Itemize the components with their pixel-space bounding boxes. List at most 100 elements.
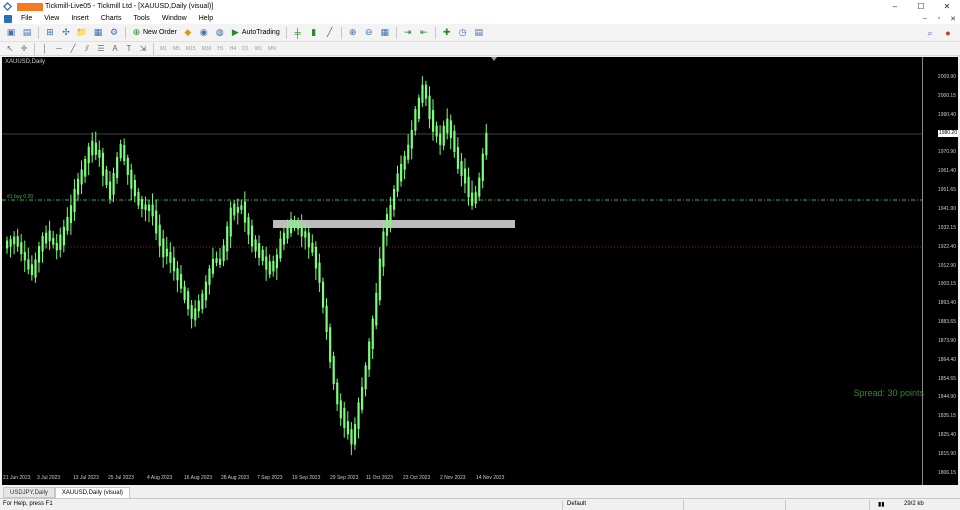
zoom-in-icon[interactable]: ⊕ bbox=[347, 27, 359, 39]
candle-body bbox=[336, 382, 339, 405]
candle-body bbox=[258, 243, 261, 258]
text-icon[interactable]: A bbox=[110, 44, 120, 54]
time-scale-label: 23 Oct 2023 bbox=[403, 475, 431, 481]
chart-area[interactable]: XAUUSD,Daily #1 buy 0.20 Spread: 30 poin… bbox=[2, 57, 958, 485]
chart-window-icon[interactable] bbox=[4, 14, 12, 23]
candle-body bbox=[187, 291, 190, 310]
candle-body bbox=[13, 236, 16, 245]
new-order-button[interactable]: ⊕ New Order bbox=[129, 26, 180, 40]
mdi-minimize-button[interactable]: – bbox=[918, 13, 932, 24]
timeframe-m5[interactable]: M5 bbox=[170, 46, 183, 52]
profiles-icon[interactable]: ▤ bbox=[21, 27, 33, 39]
timeframe-mn[interactable]: MN bbox=[265, 46, 279, 52]
bar-chart-icon[interactable]: ╪ bbox=[292, 27, 304, 39]
market-icon[interactable]: ◍ bbox=[214, 27, 226, 39]
maximize-button[interactable]: ☐ bbox=[908, 0, 934, 13]
chart-symbol-title: XAUUSD,Daily bbox=[5, 59, 46, 65]
minimize-button[interactable]: – bbox=[882, 0, 908, 13]
timeframe-m15[interactable]: M15 bbox=[183, 46, 199, 52]
close-button[interactable]: ✕ bbox=[934, 0, 960, 13]
autotrading-button[interactable]: ▶ AutoTrading bbox=[228, 26, 283, 40]
data-window-icon[interactable]: ✣ bbox=[60, 27, 72, 39]
chart-shift-icon[interactable]: ⇤ bbox=[418, 27, 430, 39]
candle-body bbox=[172, 257, 176, 272]
price-scale-label: 1941.90 bbox=[937, 205, 956, 212]
candle-body bbox=[293, 222, 296, 229]
tab-usdjpy-daily[interactable]: USDJPY,Daily bbox=[3, 487, 55, 498]
price-scale-label: 1806.15 bbox=[937, 469, 956, 476]
label-icon[interactable]: T bbox=[124, 44, 134, 54]
price-scale-label: 1951.65 bbox=[937, 187, 956, 194]
title-bar: Tickmill-Live05 - Tickmill Ltd - [XAUUSD… bbox=[0, 0, 960, 13]
arrows-icon[interactable]: ⇲ bbox=[138, 44, 148, 54]
templates-icon[interactable]: ▤ bbox=[473, 27, 485, 39]
mdi-restore-button[interactable]: ▫ bbox=[932, 13, 946, 24]
candle-body bbox=[165, 248, 168, 257]
cursor-icon[interactable]: ↖ bbox=[5, 44, 15, 54]
menu-charts[interactable]: Charts bbox=[95, 15, 128, 22]
candle-body bbox=[368, 341, 371, 370]
fibonacci-icon[interactable]: ☰ bbox=[96, 44, 106, 54]
candle-body bbox=[314, 246, 318, 269]
candle-body bbox=[236, 206, 239, 213]
horizontal-line-icon[interactable]: ─ bbox=[54, 44, 64, 54]
search-icon[interactable]: ⌕ bbox=[924, 27, 936, 39]
toolbar-separator bbox=[340, 26, 342, 39]
autoscroll-icon[interactable]: ⇥ bbox=[402, 27, 414, 39]
candle-body bbox=[243, 201, 247, 223]
navigator-icon[interactable]: 📁 bbox=[76, 27, 88, 39]
menu-tools[interactable]: Tools bbox=[127, 15, 155, 22]
timeframe-m30[interactable]: M30 bbox=[199, 46, 215, 52]
menu-view[interactable]: View bbox=[38, 15, 65, 22]
trendline-icon[interactable]: ╱ bbox=[68, 44, 78, 54]
candle-body bbox=[471, 192, 474, 206]
tile-windows-icon[interactable]: ▦ bbox=[379, 27, 391, 39]
price-scale[interactable]: 2009.90 2000.15 1990.40 1980.20 1970.90 1961.… bbox=[922, 57, 958, 485]
candle-body bbox=[392, 188, 396, 210]
mdi-close-button[interactable]: ✕ bbox=[946, 13, 960, 24]
strategy-tester-icon[interactable]: ⚙ bbox=[108, 27, 120, 39]
candle-body bbox=[215, 258, 218, 263]
candle-body bbox=[414, 109, 417, 131]
timeframe-w1[interactable]: W1 bbox=[252, 46, 266, 52]
periods-icon[interactable]: ◷ bbox=[457, 27, 469, 39]
menu-help[interactable]: Help bbox=[193, 15, 219, 22]
menu-window[interactable]: Window bbox=[156, 15, 193, 22]
indicators-icon[interactable]: ✚ bbox=[441, 27, 453, 39]
timeframe-h1[interactable]: H1 bbox=[214, 46, 226, 52]
candle-body bbox=[98, 149, 101, 158]
new-chart-icon[interactable]: ▣ bbox=[5, 27, 17, 39]
time-scale-label: 4 Aug 2023 bbox=[147, 475, 173, 481]
timeframe-d1[interactable]: D1 bbox=[239, 46, 251, 52]
candle-body bbox=[428, 95, 431, 120]
candle-body bbox=[137, 191, 140, 206]
menu-file[interactable]: File bbox=[15, 15, 38, 22]
price-chart[interactable] bbox=[2, 57, 958, 485]
candle-body bbox=[439, 133, 442, 145]
line-chart-icon[interactable]: ╱ bbox=[324, 27, 336, 39]
timeframe-m1[interactable]: M1 bbox=[157, 46, 170, 52]
zoom-out-icon[interactable]: ⊖ bbox=[363, 27, 375, 39]
timeframe-h4[interactable]: H4 bbox=[227, 46, 239, 52]
crosshair-icon[interactable]: ✛ bbox=[19, 44, 29, 54]
order-line-label[interactable]: #1 buy 0.20 bbox=[7, 194, 33, 200]
candle-body bbox=[101, 152, 105, 176]
chat-icon[interactable]: ● bbox=[942, 27, 954, 39]
metaeditor-icon[interactable]: ◆ bbox=[182, 27, 194, 39]
market-watch-icon[interactable]: ⊞ bbox=[44, 27, 56, 39]
tab-xauusd-daily-visual[interactable]: XAUUSD,Daily (visual) bbox=[54, 487, 130, 498]
terminal-icon[interactable]: ▦ bbox=[92, 27, 104, 39]
vertical-line-icon[interactable]: │ bbox=[40, 44, 50, 54]
candle-body bbox=[272, 260, 275, 272]
menu-insert[interactable]: Insert bbox=[65, 15, 95, 22]
candlestick-icon[interactable]: ▮ bbox=[308, 27, 320, 39]
signals-icon[interactable]: ◉ bbox=[198, 27, 210, 39]
candle-body bbox=[371, 318, 374, 349]
candle-body bbox=[80, 169, 83, 185]
candle-body bbox=[467, 176, 470, 198]
time-scale-label: 2 Nov 2023 bbox=[440, 475, 466, 481]
channel-icon[interactable]: ⫽ bbox=[82, 44, 92, 54]
candle-body bbox=[407, 144, 410, 160]
price-scale-label: 1932.15 bbox=[937, 224, 956, 231]
candle-body bbox=[140, 199, 144, 209]
